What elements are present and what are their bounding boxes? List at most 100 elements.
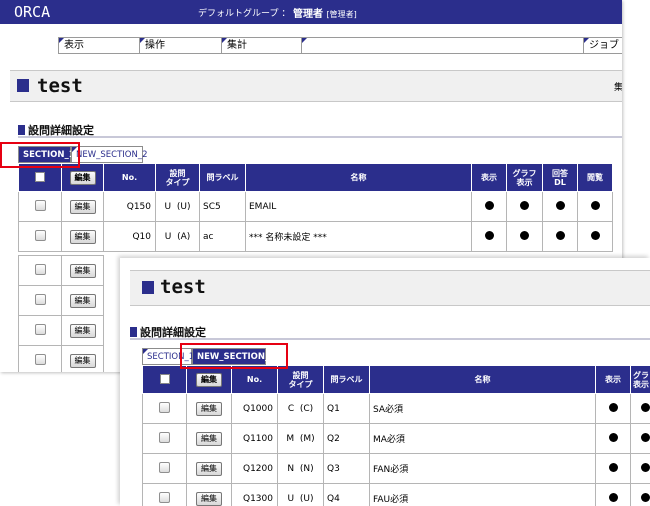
header-graph: グラフ 表示 xyxy=(630,365,650,394)
show-dot-icon[interactable] xyxy=(608,462,618,472)
row-select-cell xyxy=(18,345,62,372)
dl-dot-icon[interactable] xyxy=(555,200,565,210)
show-dot-icon[interactable] xyxy=(608,492,618,502)
graph-dot-icon[interactable] xyxy=(641,492,650,502)
show-dot-icon[interactable] xyxy=(484,230,494,240)
row-checkbox[interactable] xyxy=(34,323,46,335)
table-row[interactable]: 編集 xyxy=(18,255,104,286)
header-dl: 回答 DL xyxy=(542,163,578,192)
row-edit-button[interactable]: 編集 xyxy=(69,353,96,368)
menu-operation[interactable]: 操作 xyxy=(139,38,221,53)
menu-aggregate[interactable]: 集計 xyxy=(221,38,301,53)
row-show-cell xyxy=(595,453,631,484)
row-checkbox[interactable] xyxy=(34,353,46,365)
row-checkbox[interactable] xyxy=(34,199,46,211)
menu-blank xyxy=(301,38,583,53)
header-select xyxy=(142,365,187,394)
row-edit-cell: 編集 xyxy=(61,221,104,252)
browse-dot-icon[interactable] xyxy=(590,200,600,210)
table-row[interactable]: 編集 xyxy=(18,345,104,372)
row-browse-cell xyxy=(577,221,613,252)
section-underline xyxy=(18,136,622,138)
graph-dot-icon[interactable] xyxy=(641,462,650,472)
row-edit-cell: 編集 xyxy=(61,191,104,222)
graph-dot-icon[interactable] xyxy=(641,432,650,442)
row-name: *** 名称未設定 *** xyxy=(245,221,472,252)
row-edit-button[interactable]: 編集 xyxy=(69,199,96,214)
row-no: Q1100 xyxy=(231,423,278,454)
row-checkbox[interactable] xyxy=(159,491,170,503)
row-name: FAN必須 xyxy=(369,453,596,484)
show-dot-icon[interactable] xyxy=(608,432,618,442)
table-row[interactable]: 編集 Q1300 U (U) Q4 FAU必須 xyxy=(142,483,650,506)
row-edit-button[interactable]: 編集 xyxy=(69,263,96,278)
row-edit-cell: 編集 xyxy=(61,255,104,286)
table-row[interactable]: 編集 Q1100 M (M) Q2 MA必須 xyxy=(142,423,650,454)
row-edit-button[interactable]: 編集 xyxy=(196,461,222,476)
highlight-box-new-section-2 xyxy=(180,343,288,369)
header-browse: 閲覧 xyxy=(577,163,613,192)
row-checkbox[interactable] xyxy=(159,401,170,413)
table-row[interactable]: 編集 Q1000 C (C) Q1 SA必須 xyxy=(142,393,650,424)
graph-dot-icon[interactable] xyxy=(520,200,529,210)
row-edit-button[interactable]: 編集 xyxy=(196,431,222,446)
row-label: Q4 xyxy=(323,483,370,506)
row-label: ac xyxy=(199,221,246,252)
header-graph: グラフ 表示 xyxy=(506,163,543,192)
row-edit-cell: 編集 xyxy=(186,393,232,424)
show-dot-icon[interactable] xyxy=(608,402,618,412)
title-square-icon xyxy=(17,79,29,92)
section-underline xyxy=(130,338,650,340)
graph-dot-icon[interactable] xyxy=(520,230,529,240)
table-row[interactable]: 編集 Q150 U (U) SC5 EMAIL xyxy=(18,191,613,222)
select-all-checkbox[interactable] xyxy=(35,171,45,182)
row-edit-button[interactable]: 編集 xyxy=(196,491,222,506)
row-checkbox[interactable] xyxy=(34,263,46,275)
table-row[interactable]: 編集 xyxy=(18,315,104,346)
browse-dot-icon[interactable] xyxy=(590,230,600,240)
row-name: EMAIL xyxy=(245,191,472,222)
row-checkbox[interactable] xyxy=(34,229,46,241)
table-row[interactable]: 編集 Q10 U (A) ac *** 名称未設定 *** xyxy=(18,221,613,252)
title-right-text: 集 xyxy=(614,83,622,93)
row-show-cell xyxy=(595,423,631,454)
page-title-bar: test 集 xyxy=(10,70,622,102)
row-edit-button[interactable]: 編集 xyxy=(69,229,96,244)
row-edit-button[interactable]: 編集 xyxy=(69,293,96,308)
row-edit-button[interactable]: 編集 xyxy=(196,401,222,416)
row-select-cell xyxy=(142,453,187,484)
header-name: 名称 xyxy=(369,365,596,394)
row-edit-button[interactable]: 編集 xyxy=(69,323,96,338)
table-row[interactable]: 編集 Q1200 N (N) Q3 FAN必須 xyxy=(142,453,650,484)
row-edit-cell: 編集 xyxy=(186,453,232,484)
select-all-checkbox[interactable] xyxy=(159,373,170,384)
table-row[interactable]: 編集 xyxy=(18,285,104,316)
edit-all-button[interactable]: 編集 xyxy=(69,170,96,185)
menu-job[interactable]: ジョブ xyxy=(583,38,622,53)
graph-dot-icon[interactable] xyxy=(641,402,650,412)
row-checkbox[interactable] xyxy=(159,431,170,443)
row-checkbox[interactable] xyxy=(34,293,46,305)
row-edit-cell: 編集 xyxy=(186,483,232,506)
header-show: 表示 xyxy=(471,163,507,192)
row-show-cell xyxy=(595,393,631,424)
row-type: C (C) xyxy=(277,393,324,424)
row-name: FAU必須 xyxy=(369,483,596,506)
row-dl-cell xyxy=(542,191,578,222)
user-label: 管理者 xyxy=(293,9,323,20)
section-square-icon xyxy=(130,327,137,337)
dl-dot-icon[interactable] xyxy=(555,230,565,240)
menu-view[interactable]: 表示 xyxy=(59,38,139,53)
show-dot-icon[interactable] xyxy=(484,200,494,210)
row-type-code: (U) xyxy=(176,201,191,212)
tab-new-section-2[interactable]: NEW_SECTION_2 xyxy=(71,146,148,163)
row-type: U (U) xyxy=(155,191,200,222)
header-edit: 編集 xyxy=(186,365,232,394)
table-header-row: 編集 No. 設問 タイプ 問ラベル 名称 表示 グラフ 表示 xyxy=(142,365,650,394)
row-type-letter: M xyxy=(286,433,295,444)
row-edit-cell: 編集 xyxy=(61,345,104,372)
edit-all-button[interactable]: 編集 xyxy=(196,372,222,387)
app-logo[interactable]: ORCA xyxy=(14,3,50,21)
row-checkbox[interactable] xyxy=(159,461,170,473)
top-bar: ORCA デフォルトグループ ： 管理者 [管理者] xyxy=(0,0,622,24)
